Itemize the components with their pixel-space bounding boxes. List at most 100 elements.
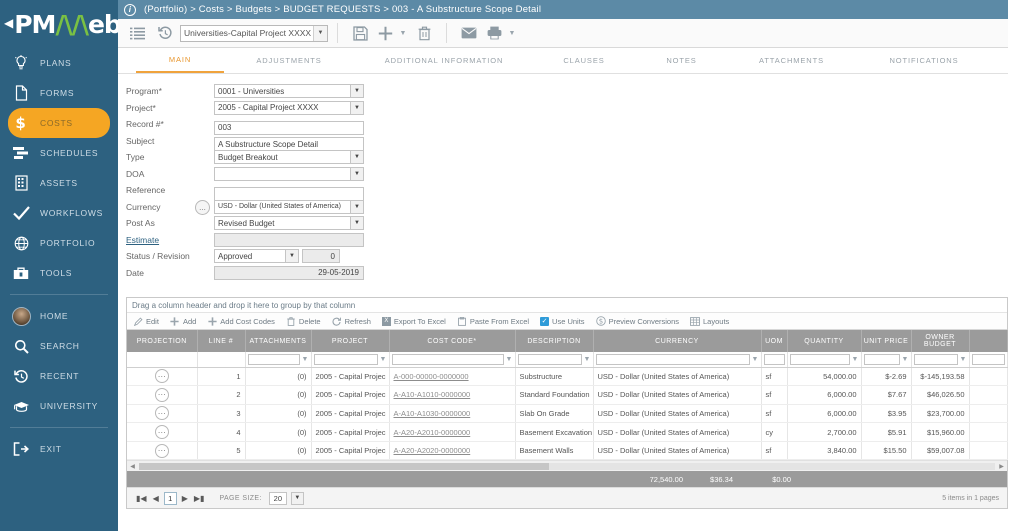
cost-code-link[interactable]: A-A10-A1030-0000000 (394, 409, 471, 418)
row-attachments[interactable]: (0) (245, 422, 312, 442)
filter-unit-price[interactable]: ▼ (861, 352, 912, 368)
filter-description[interactable]: ▼ (515, 352, 594, 368)
row-projection[interactable]: ⋯ (127, 422, 198, 442)
table-row[interactable]: ⋯ 4 (0) 2005 - Capital Projec A-A20-A201… (127, 422, 1008, 442)
printer-icon[interactable] (484, 21, 504, 45)
tab-adjustments[interactable]: ADJUSTMENTS (224, 48, 354, 73)
filter-input[interactable] (595, 353, 750, 365)
filter-currency[interactable]: ▼ (593, 352, 762, 368)
record-input[interactable] (214, 120, 364, 135)
col-project[interactable]: PROJECT (311, 330, 390, 352)
status-field[interactable]: Approved ▼ (214, 249, 299, 264)
first-page-icon[interactable]: ▮◀ (135, 494, 148, 503)
row-cost-code[interactable]: A-A20-A2010-0000000 (389, 422, 516, 442)
filter-input[interactable] (863, 353, 900, 365)
date-field[interactable]: 29-05-2019 (214, 265, 364, 280)
project-field[interactable]: 2005 - Capital Project XXXX ▼ (214, 100, 364, 115)
col-attachments[interactable]: ATTACHMENTS (245, 330, 312, 352)
filter-input[interactable] (971, 353, 1005, 365)
pmweb-logo[interactable]: ◀ PM/\/\eb® (0, 0, 128, 48)
chevron-down-icon[interactable]: ▼ (350, 199, 364, 214)
row-menu-icon[interactable]: ⋯ (154, 425, 169, 440)
funnel-icon[interactable]: ▼ (584, 356, 591, 363)
info-icon[interactable]: i (124, 3, 136, 16)
tab-notifications[interactable]: NOTIFICATIONS (854, 48, 994, 73)
row-cost-code[interactable]: A-A20-A2020-0000000 (389, 441, 516, 461)
record-field[interactable] (214, 117, 364, 135)
col-currency[interactable]: CURRENCY (593, 330, 762, 352)
filter-project[interactable]: ▼ (311, 352, 390, 368)
chevron-down-icon[interactable]: ▼ (290, 491, 304, 505)
sidebar-item-forms[interactable]: FORMS (0, 78, 118, 108)
filter-input[interactable] (763, 353, 785, 365)
filter-cost-code[interactable]: ▼ (389, 352, 516, 368)
chevron-down-icon[interactable]: ▼ (350, 84, 364, 99)
funnel-icon[interactable]: ▼ (752, 356, 759, 363)
cost-code-link[interactable]: A-A10-A1010-0000000 (394, 390, 471, 399)
row-attachments[interactable]: (0) (245, 385, 312, 405)
filter-attachments[interactable]: ▼ (245, 352, 312, 368)
save-icon[interactable] (347, 21, 373, 45)
subject-input[interactable] (214, 137, 364, 152)
scroll-left-icon[interactable]: ◀ (127, 461, 138, 471)
filter-uom[interactable] (761, 352, 788, 368)
row-projection[interactable]: ⋯ (127, 367, 198, 387)
cost-code-link[interactable]: A-000-00000-0000000 (394, 372, 469, 381)
last-page-icon[interactable]: ▶▮ (193, 494, 206, 503)
row-attachments[interactable]: (0) (245, 404, 312, 424)
filter-input[interactable] (789, 353, 850, 365)
chevron-down-icon[interactable]: ▼ (350, 216, 364, 231)
col-uom[interactable]: UOM (761, 330, 788, 352)
row-cost-code[interactable]: A-A10-A1030-0000000 (389, 404, 516, 424)
filter-input[interactable] (313, 353, 378, 365)
row-projection[interactable]: ⋯ (127, 385, 198, 405)
filter-input[interactable] (391, 353, 504, 365)
tab-notes[interactable]: NOTES (634, 48, 729, 73)
col-owner-budget[interactable]: OWNER BUDGET (911, 330, 970, 352)
chevron-down-icon[interactable]: ▼ (285, 249, 299, 264)
tab-additional-information[interactable]: ADDITIONAL INFORMATION (354, 48, 534, 73)
col-extra[interactable] (969, 330, 1008, 352)
col-unit-price[interactable]: UNIT PRICE (861, 330, 912, 352)
sidebar-item-tools[interactable]: TOOLS (0, 258, 118, 288)
row-attachments[interactable]: (0) (245, 367, 312, 387)
scrollbar-thumb[interactable] (139, 463, 549, 471)
currency-ellipsis-button[interactable]: ... (195, 199, 210, 215)
record-select[interactable]: Universities-Capital Project XXXX - 0 ▼ (180, 24, 328, 42)
row-cost-code[interactable]: A-A10-A1010-0000000 (389, 385, 516, 405)
print-dropdown-icon[interactable]: ▼ (506, 21, 518, 45)
grid-add-cost-codes-button[interactable]: Add Cost Codes (207, 316, 275, 326)
filter-input[interactable] (517, 353, 582, 365)
cost-code-link[interactable]: A-A20-A2020-0000000 (394, 446, 471, 455)
page-size-value[interactable]: 20 (268, 491, 287, 505)
grid-preview-conversions-button[interactable]: $ Preview Conversions (595, 316, 679, 326)
grid-refresh-button[interactable]: Refresh (332, 316, 371, 326)
grid-edit-button[interactable]: Edit (133, 316, 159, 326)
col-projection[interactable]: PROJECTION (127, 330, 198, 352)
horizontal-scrollbar[interactable]: ◀ ▶ (127, 460, 1007, 472)
currency-field[interactable]: ... USD - Dollar (United States of Ameri… (195, 199, 364, 215)
sidebar-item-search[interactable]: SEARCH (0, 331, 118, 361)
grid-paste-excel-button[interactable]: Paste From Excel (457, 316, 529, 326)
tab-clauses[interactable]: CLAUSES (534, 48, 634, 73)
sidebar-item-costs[interactable]: $ COSTS (8, 108, 110, 138)
sidebar-item-university[interactable]: UNIVERSITY (0, 391, 118, 421)
current-page[interactable]: 1 (163, 491, 177, 505)
row-menu-icon[interactable]: ⋯ (154, 387, 169, 402)
tab-attachments[interactable]: ATTACHMENTS (729, 48, 854, 73)
trash-icon[interactable] (411, 21, 437, 45)
history-icon[interactable] (152, 21, 178, 45)
col-description[interactable]: DESCRIPTION (515, 330, 594, 352)
sidebar-item-schedules[interactable]: SCHEDULES (0, 138, 118, 168)
sidebar-item-plans[interactable]: PLANS (0, 48, 118, 78)
col-quantity[interactable]: QUANTITY (787, 330, 862, 352)
scroll-right-icon[interactable]: ▶ (996, 461, 1007, 471)
list-icon[interactable] (124, 21, 150, 45)
funnel-icon[interactable]: ▼ (902, 356, 909, 363)
chevron-down-icon[interactable]: ▼ (350, 150, 364, 165)
table-row[interactable]: ⋯ 1 (0) 2005 - Capital Projec A-000-0000… (127, 367, 1008, 387)
table-row[interactable]: ⋯ 5 (0) 2005 - Capital Projec A-A20-A202… (127, 441, 1008, 461)
filter-extra[interactable] (969, 352, 1008, 368)
sidebar-item-recent[interactable]: RECENT (0, 361, 118, 391)
filter-input[interactable] (913, 353, 958, 365)
